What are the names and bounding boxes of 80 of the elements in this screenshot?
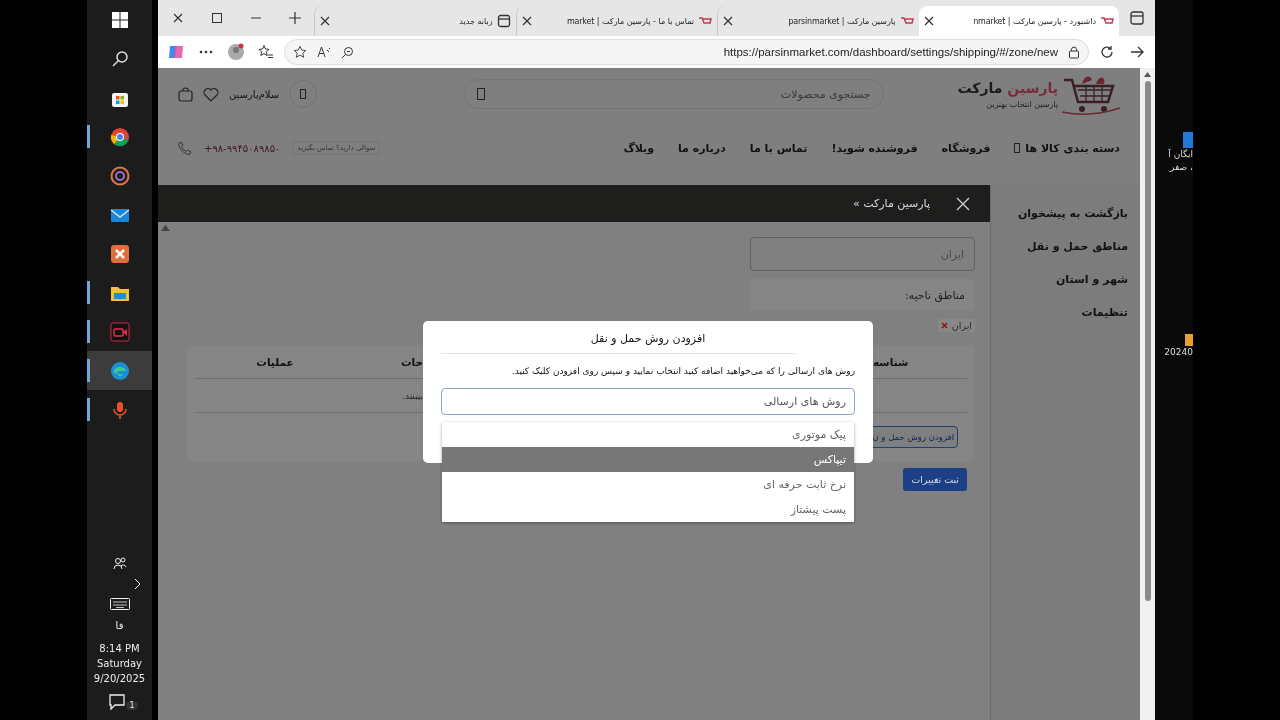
modal-title: افزودن روش حمل و نقل bbox=[589, 331, 707, 347]
plus-icon bbox=[288, 12, 301, 24]
nav-link[interactable]: فروشگاه bbox=[941, 141, 991, 155]
video-recorder-icon[interactable] bbox=[109, 321, 130, 342]
desktop-icon-label: 20240 bbox=[1164, 346, 1193, 359]
nav-link[interactable]: درباره ما bbox=[678, 141, 726, 155]
region-field[interactable]: مناطق ناحیه: bbox=[750, 279, 975, 311]
phone-icon bbox=[178, 141, 192, 155]
edge-swirl-icon[interactable] bbox=[109, 360, 130, 381]
close-icon[interactable] bbox=[172, 13, 183, 23]
shopping-bag-icon[interactable] bbox=[178, 86, 193, 102]
notification-icon[interactable] bbox=[109, 694, 126, 710]
sidebar-link[interactable]: مناطق حمل و نقل bbox=[991, 240, 1128, 253]
column-header: حات bbox=[399, 355, 423, 368]
lock-icon[interactable] bbox=[1068, 45, 1080, 59]
brand-name: پارسین مارکت bbox=[957, 79, 1058, 96]
close-icon[interactable] bbox=[923, 16, 934, 26]
cart-favicon-icon bbox=[1100, 16, 1114, 26]
dropdown-option[interactable]: تیپاکس bbox=[442, 447, 854, 472]
dropdown-option[interactable]: نرخ ثابت حرفه ای bbox=[442, 472, 854, 497]
desktop-icon[interactable]: 20240 bbox=[1164, 334, 1193, 359]
people-icon[interactable] bbox=[112, 556, 127, 570]
nav-link[interactable]: وبلاگ bbox=[623, 141, 654, 155]
nav-link[interactable]: تماس با ما bbox=[749, 141, 808, 155]
keyboard-icon[interactable] bbox=[109, 598, 130, 610]
nav-link[interactable]: دسته بندی کالا ها bbox=[1014, 141, 1120, 155]
clock[interactable]: 8:14 PM Saturday 9/20/2025 bbox=[93, 641, 146, 686]
breadcrumb-link[interactable]: پارسین مارکت » bbox=[853, 197, 930, 210]
minimize-icon bbox=[250, 17, 261, 19]
tab-actions-icon bbox=[1130, 11, 1144, 25]
more-icon bbox=[199, 50, 213, 54]
media-disc-icon[interactable] bbox=[109, 165, 130, 186]
app-shortcut-icon bbox=[1181, 132, 1193, 148]
windows-logo-icon[interactable] bbox=[109, 9, 130, 30]
close-icon[interactable] bbox=[521, 16, 532, 26]
address-bar[interactable]: https://parsinmarket.com/dashboard/settings/shipping/#/zone/new bbox=[284, 39, 1089, 65]
close-icon[interactable] bbox=[320, 16, 330, 26]
dropdown-option[interactable]: پیک موتوری bbox=[442, 422, 854, 447]
cart-favicon-icon bbox=[899, 16, 914, 26]
greeting-text: سلام‌پارسین bbox=[229, 88, 280, 100]
browser-tab[interactable]: داشبورد - پارسین مارکت | nmarket bbox=[918, 6, 1119, 36]
arrow-icon bbox=[1130, 46, 1144, 58]
notification-count: 1 bbox=[126, 701, 138, 710]
cart-favicon-icon bbox=[698, 16, 712, 26]
star-icon[interactable] bbox=[293, 45, 307, 59]
desktop-icon-label: ، صفر bbox=[1170, 161, 1193, 174]
chrome-ball-icon[interactable] bbox=[109, 126, 130, 147]
save-button[interactable]: ثبت تغییرات bbox=[903, 468, 967, 491]
url-text: https://parsinmarket.com/dashboard/settings/shipping/#/zone/new bbox=[723, 46, 1058, 58]
empty-message: بیبنند. bbox=[401, 390, 423, 401]
dropdown-option[interactable]: پست پیشتاز bbox=[442, 497, 854, 522]
sidebar-link[interactable]: تنظیمات bbox=[991, 306, 1128, 319]
nav-link[interactable]: فروشنده شوید! bbox=[831, 141, 918, 155]
scrollbar-thumb[interactable] bbox=[1144, 81, 1151, 601]
select-field[interactable]: روش های ارسالی bbox=[441, 388, 855, 415]
phone-number: +۹۸-۹۹۴۵۰۸۹۸۵۰ bbox=[204, 142, 281, 154]
close-icon[interactable] bbox=[723, 16, 733, 26]
language-indicator[interactable]: فا bbox=[115, 618, 124, 633]
brand-tagline: پارسین انتخاب بهترین bbox=[985, 99, 1058, 109]
column-header: عملیات bbox=[255, 355, 295, 368]
scroll-up-icon[interactable] bbox=[1144, 72, 1151, 77]
copilot-icon bbox=[167, 43, 185, 61]
read-aloud-icon[interactable] bbox=[317, 46, 331, 58]
maximize-icon bbox=[211, 13, 222, 23]
tab-page-icon bbox=[496, 14, 511, 28]
refresh-icon bbox=[1100, 45, 1114, 59]
x-logo-app-icon[interactable] bbox=[109, 243, 130, 264]
sidebar-link[interactable]: بازگشت به پیشخوان bbox=[991, 207, 1128, 220]
region-tag: ایران bbox=[937, 319, 975, 332]
file-icon bbox=[1185, 334, 1193, 346]
desktop-icon[interactable]: ایگان آ ، صفر bbox=[1168, 132, 1193, 174]
modal-description: روش های ارسالی را که می‌خواهید اضافه کنید انتخاب نمایید و سپس روی افزودن کلیک کنید. bbox=[510, 366, 855, 376]
favorites-star-icon bbox=[258, 44, 274, 60]
heart-icon[interactable] bbox=[203, 86, 219, 102]
sidebar-link[interactable]: شهر و استان bbox=[991, 273, 1128, 286]
column-header: شناسه bbox=[873, 355, 910, 368]
chevron-icon[interactable] bbox=[132, 578, 142, 590]
zoom-icon[interactable] bbox=[341, 45, 354, 59]
desktop-icon-label: ایگان آ bbox=[1168, 148, 1193, 161]
avatar-icon bbox=[227, 43, 245, 61]
